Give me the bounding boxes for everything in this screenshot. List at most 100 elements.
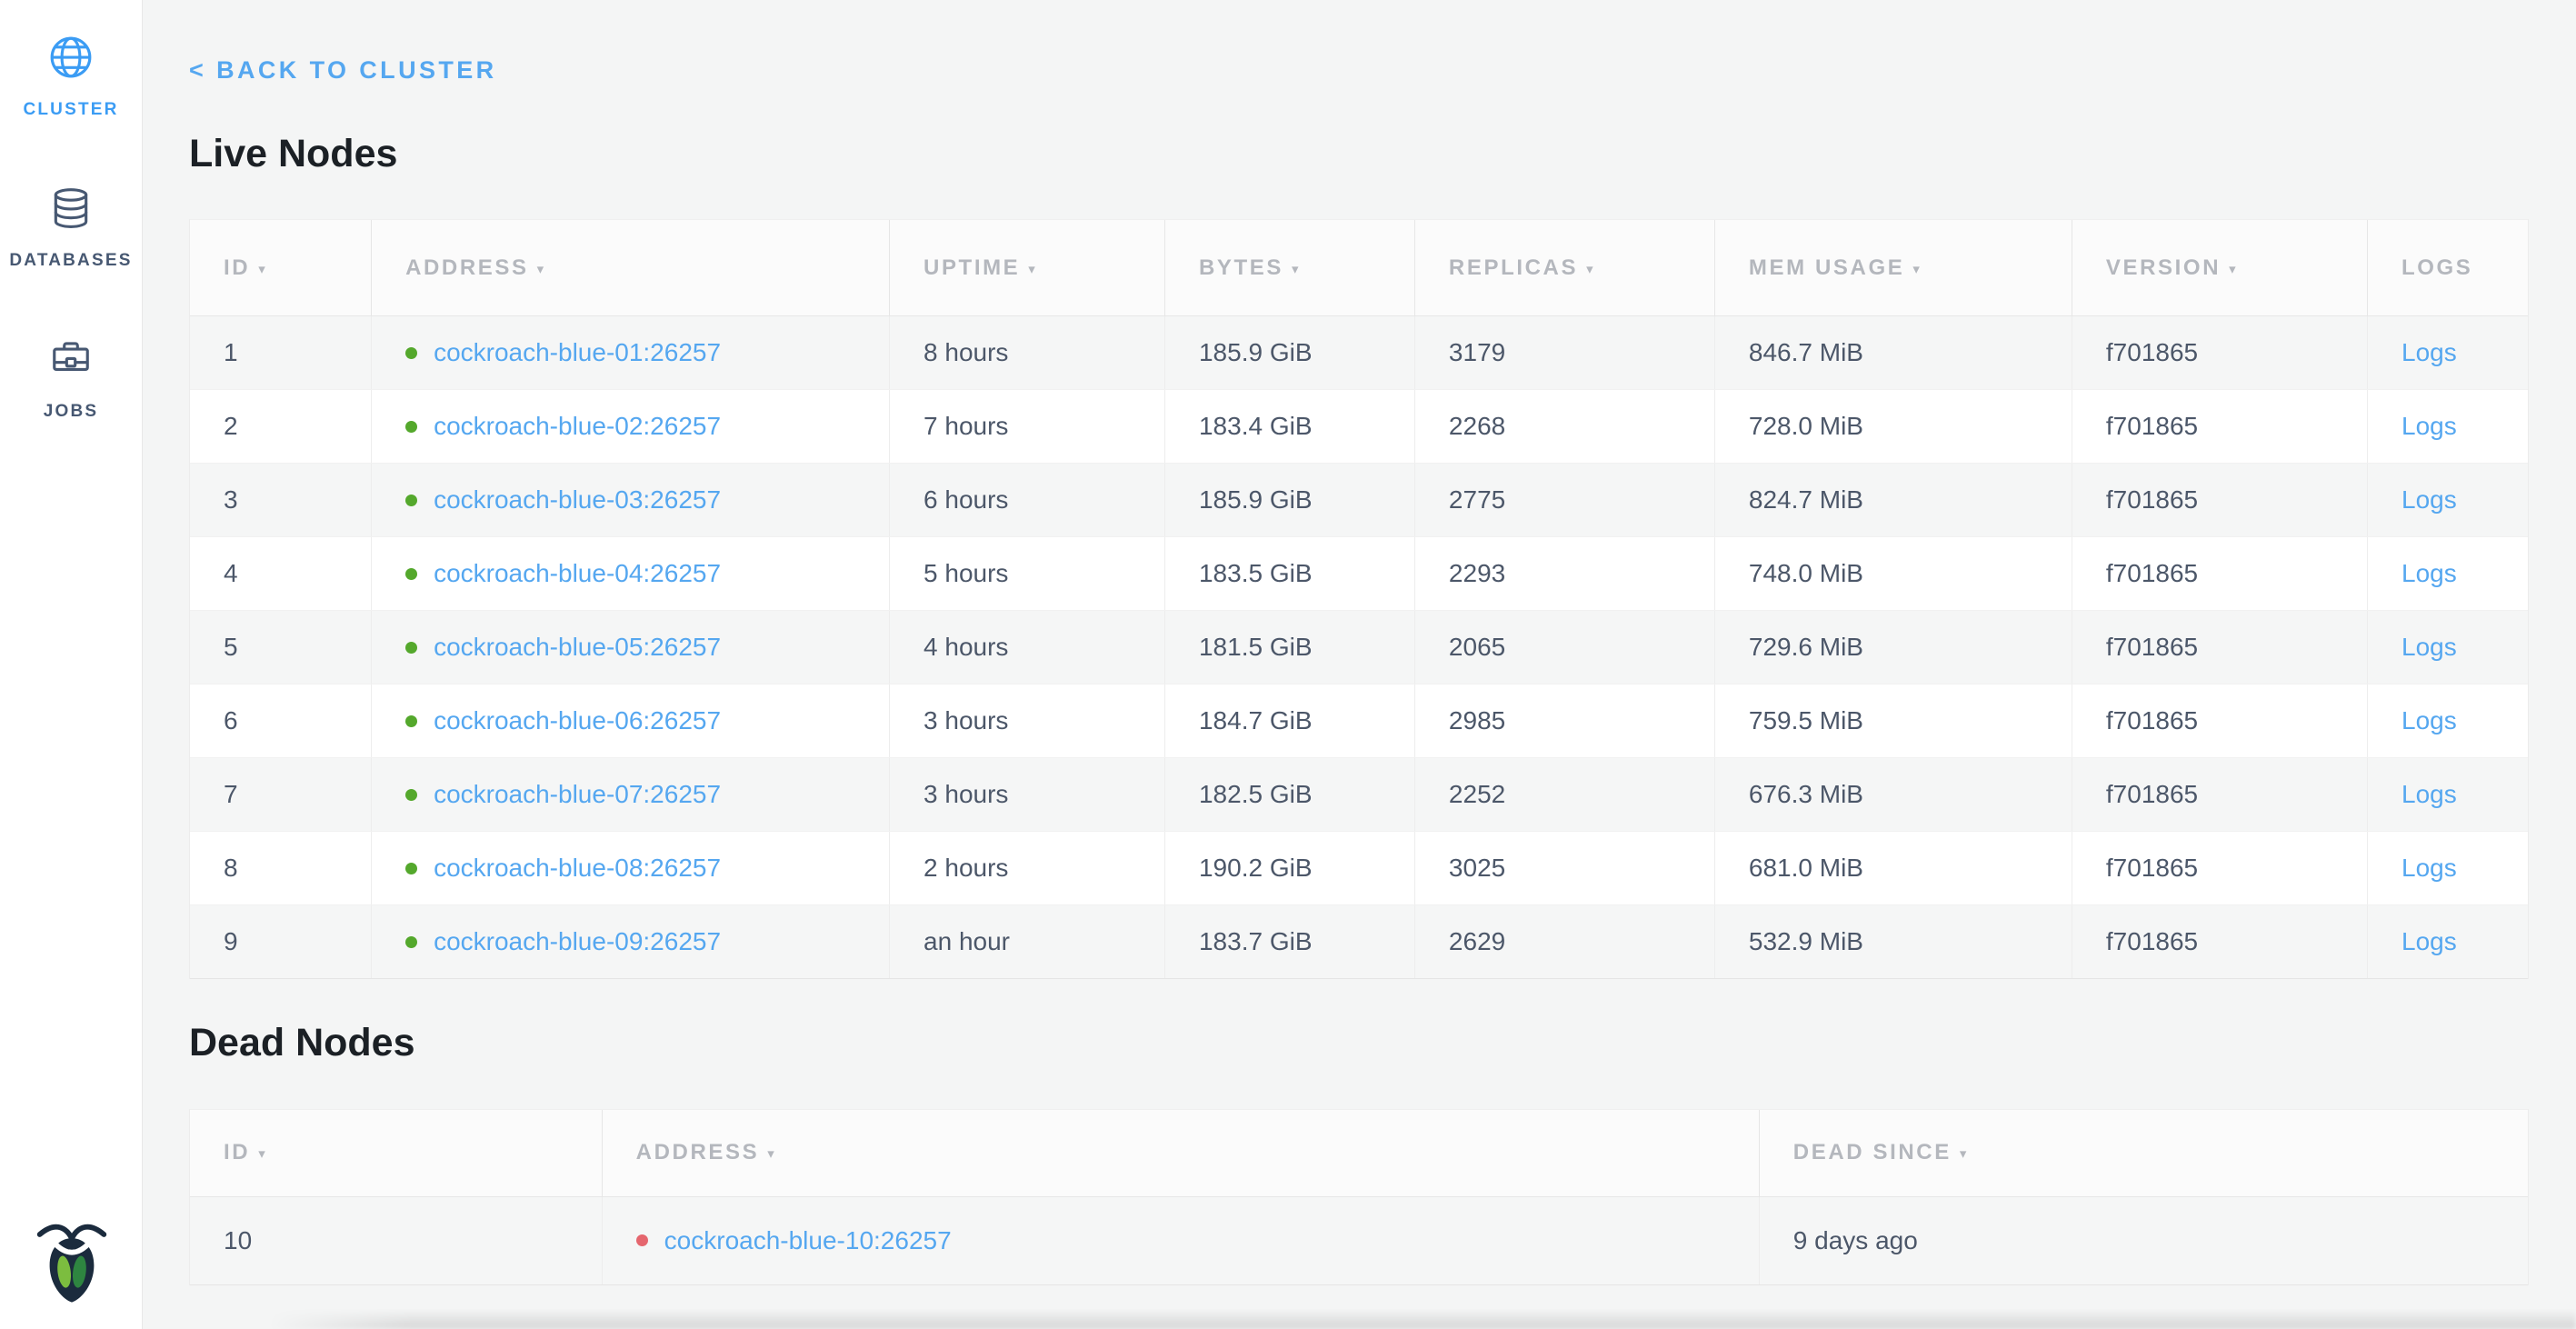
cell-address: cockroach-blue-05:26257 (371, 611, 889, 684)
node-address-link[interactable]: cockroach-blue-10:26257 (664, 1226, 952, 1255)
column-header-id[interactable]: ID▾ (190, 220, 371, 315)
logs-link[interactable]: Logs (2401, 854, 2457, 883)
table-row: 2cockroach-blue-02:262577 hours183.4 GiB… (190, 390, 2528, 464)
cell-address: cockroach-blue-06:26257 (371, 684, 889, 757)
cell-text: 190.2 GiB (1199, 854, 1313, 883)
cell-text: 9 days ago (1793, 1226, 1918, 1255)
column-label: UPTIME (924, 255, 1020, 281)
cell-text: 2775 (1449, 485, 1505, 515)
cell-logs: Logs (2367, 464, 2528, 536)
cell-text: 846.7 MiB (1749, 338, 1863, 367)
cell-uptime: 6 hours (889, 464, 1164, 536)
table-row: 9cockroach-blue-09:26257an hour183.7 GiB… (190, 905, 2528, 979)
dead-nodes-table-header: ID▾ADDRESS▾DEAD SINCE▾ (190, 1110, 2528, 1197)
cell-bytes: 185.9 GiB (1164, 316, 1414, 389)
node-address-link[interactable]: cockroach-blue-07:26257 (434, 780, 721, 809)
sort-arrow-icon: ▾ (1292, 261, 1299, 277)
cell-version: f701865 (2072, 464, 2367, 536)
sort-arrow-icon: ▾ (2229, 261, 2236, 277)
sidebar-item-databases[interactable]: Databases (9, 185, 132, 271)
node-address-link[interactable]: cockroach-blue-03:26257 (434, 485, 721, 515)
column-label: MEM USAGE (1749, 255, 1904, 281)
node-address-link[interactable]: cockroach-blue-08:26257 (434, 854, 721, 883)
cell-text: f701865 (2106, 485, 2198, 515)
cell-text: 7 hours (924, 412, 1008, 441)
cell-text: 1 (224, 338, 238, 367)
cell-uptime: 3 hours (889, 684, 1164, 757)
live-nodes-table: ID▾ADDRESS▾UPTIME▾BYTES▾REPLICAS▾MEM USA… (189, 219, 2529, 979)
cell-text: 2293 (1449, 559, 1505, 588)
column-header-replicas[interactable]: REPLICAS▾ (1414, 220, 1714, 315)
column-header-address[interactable]: ADDRESS▾ (371, 220, 889, 315)
cell-text: 824.7 MiB (1749, 485, 1863, 515)
sort-arrow-icon: ▾ (258, 1145, 265, 1162)
cell-text: 185.9 GiB (1199, 485, 1313, 515)
node-address-link[interactable]: cockroach-blue-01:26257 (434, 338, 721, 367)
node-address-link[interactable]: cockroach-blue-04:26257 (434, 559, 721, 588)
cockroachdb-logo (0, 1220, 143, 1305)
cell-version: f701865 (2072, 832, 2367, 904)
cell-text: an hour (924, 927, 1010, 956)
column-header-mem-usage[interactable]: MEM USAGE▾ (1714, 220, 2072, 315)
cell-text: 182.5 GiB (1199, 780, 1313, 809)
sidebar-item-jobs[interactable]: Jobs (44, 336, 99, 422)
column-header-dead-since[interactable]: DEAD SINCE▾ (1759, 1110, 2528, 1196)
cell-id: 10 (190, 1197, 602, 1284)
cell-address: cockroach-blue-01:26257 (371, 316, 889, 389)
live-status-dot (405, 347, 417, 359)
cell-text: 6 (224, 706, 238, 735)
logs-link[interactable]: Logs (2401, 633, 2457, 662)
live-status-dot (405, 421, 417, 433)
cell-logs: Logs (2367, 390, 2528, 463)
node-address-link[interactable]: cockroach-blue-05:26257 (434, 633, 721, 662)
node-address-link[interactable]: cockroach-blue-09:26257 (434, 927, 721, 956)
cell-text: 2985 (1449, 706, 1505, 735)
node-address-link[interactable]: cockroach-blue-02:26257 (434, 412, 721, 441)
cell-address: cockroach-blue-08:26257 (371, 832, 889, 904)
logs-link[interactable]: Logs (2401, 927, 2457, 956)
cell-mem_usage: 532.9 MiB (1714, 905, 2072, 978)
cell-uptime: 3 hours (889, 758, 1164, 831)
logs-link[interactable]: Logs (2401, 338, 2457, 367)
live-status-dot (405, 642, 417, 654)
table-row: 4cockroach-blue-04:262575 hours183.5 GiB… (190, 537, 2528, 611)
logs-link[interactable]: Logs (2401, 412, 2457, 441)
column-header-bytes[interactable]: BYTES▾ (1164, 220, 1414, 315)
cell-uptime: 4 hours (889, 611, 1164, 684)
column-header-id[interactable]: ID▾ (190, 1110, 602, 1196)
cell-bytes: 183.7 GiB (1164, 905, 1414, 978)
cell-uptime: 5 hours (889, 537, 1164, 610)
logs-link[interactable]: Logs (2401, 559, 2457, 588)
live-status-dot (405, 936, 417, 948)
sort-arrow-icon: ▾ (258, 261, 265, 277)
column-header-version[interactable]: VERSION▾ (2072, 220, 2367, 315)
logs-link[interactable]: Logs (2401, 780, 2457, 809)
dead-nodes-table-body: 10 cockroach-blue-10:26257 9 days ago (190, 1197, 2528, 1285)
cell-bytes: 183.5 GiB (1164, 537, 1414, 610)
logs-link[interactable]: Logs (2401, 485, 2457, 515)
column-header-address[interactable]: ADDRESS▾ (602, 1110, 1759, 1196)
cell-text: f701865 (2106, 633, 2198, 662)
cell-logs: Logs (2367, 684, 2528, 757)
cell-version: f701865 (2072, 537, 2367, 610)
back-to-cluster-link[interactable]: < BACK TO CLUSTER (189, 56, 497, 85)
sort-arrow-icon: ▾ (767, 1145, 774, 1162)
cell-text: f701865 (2106, 338, 2198, 367)
column-label: DEAD SINCE (1793, 1140, 1952, 1165)
sort-arrow-icon: ▾ (537, 261, 544, 277)
cell-mem_usage: 676.3 MiB (1714, 758, 2072, 831)
logs-link[interactable]: Logs (2401, 706, 2457, 735)
sidebar-item-cluster[interactable]: Cluster (23, 35, 118, 120)
cell-text: 184.7 GiB (1199, 706, 1313, 735)
cell-text: f701865 (2106, 927, 2198, 956)
cell-replicas: 3025 (1414, 832, 1714, 904)
cell-replicas: 2293 (1414, 537, 1714, 610)
column-header-uptime[interactable]: UPTIME▾ (889, 220, 1164, 315)
node-address-link[interactable]: cockroach-blue-06:26257 (434, 706, 721, 735)
cell-address: cockroach-blue-03:26257 (371, 464, 889, 536)
column-header-logs[interactable]: LOGS (2367, 220, 2528, 315)
cell-text: 7 (224, 780, 238, 809)
table-row: 8cockroach-blue-08:262572 hours190.2 GiB… (190, 832, 2528, 905)
cell-text: f701865 (2106, 412, 2198, 441)
cell-replicas: 2775 (1414, 464, 1714, 536)
